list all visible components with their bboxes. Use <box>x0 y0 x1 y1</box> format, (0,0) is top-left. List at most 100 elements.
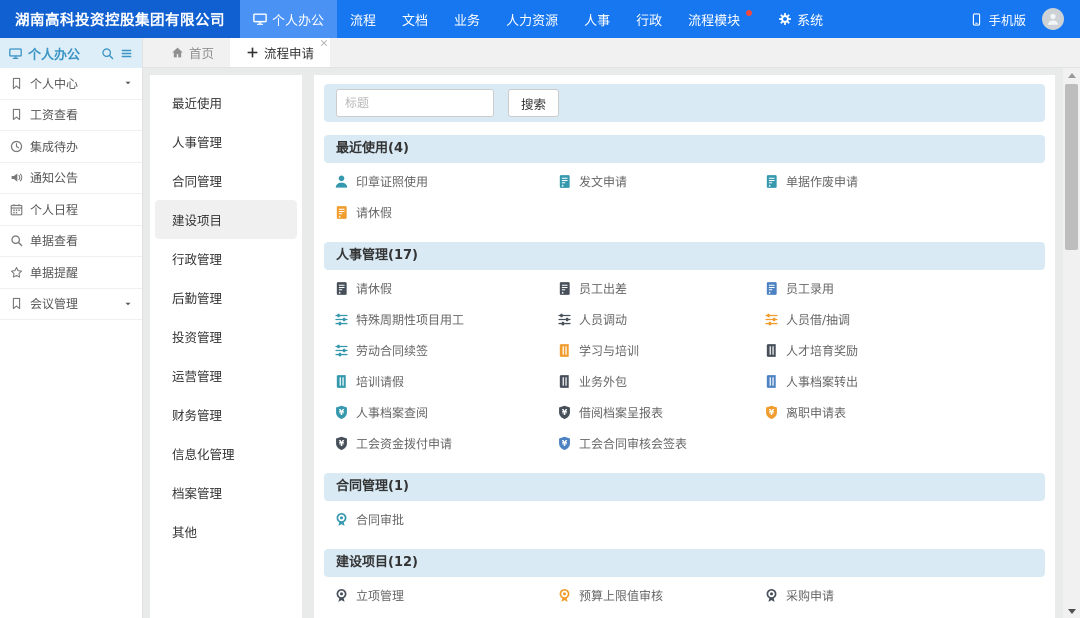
search-button[interactable]: 搜索 <box>508 89 560 117</box>
process-item[interactable]: 培训请假 <box>334 366 557 397</box>
money-icon: ¥ <box>557 405 572 420</box>
process-item[interactable]: 人事档案转出 <box>764 366 1035 397</box>
process-item[interactable]: 员工录用 <box>764 273 1035 304</box>
process-item-label: 人才培育奖励 <box>786 344 859 358</box>
sidebar-header: 个人办公 <box>0 38 142 68</box>
topnav-item[interactable]: 业务 <box>441 0 493 38</box>
sidebar-search-icon[interactable] <box>101 47 114 60</box>
title-search-input[interactable] <box>336 89 494 117</box>
category-item[interactable]: 运营管理 <box>155 356 297 395</box>
sidebar-item-label: 个人日程 <box>30 202 79 217</box>
scroll-down-arrow[interactable] <box>1063 604 1080 618</box>
process-item[interactable]: 立项管理 <box>334 580 557 611</box>
process-item[interactable]: 人才培育奖励 <box>764 335 1035 366</box>
category-item[interactable]: 人事管理 <box>155 122 297 161</box>
close-icon[interactable] <box>320 39 328 47</box>
category-item[interactable]: 财务管理 <box>155 395 297 434</box>
category-item[interactable]: 后勤管理 <box>155 278 297 317</box>
process-item-label: 离职申请表 <box>786 406 847 420</box>
scrollbar-thumb[interactable] <box>1065 84 1078 250</box>
topnav-item[interactable]: 人力资源 <box>493 0 571 38</box>
sidebar-item[interactable]: 个人日程 <box>0 194 142 226</box>
process-item-label: 人员调动 <box>579 313 628 327</box>
doc-icon <box>334 205 349 220</box>
category-item[interactable]: 合同管理 <box>155 161 297 200</box>
topnav-item[interactable]: 流程 <box>337 0 389 38</box>
process-item[interactable]: 印章证照使用 <box>334 166 557 197</box>
process-item[interactable]: 人员借/抽调 <box>764 304 1035 335</box>
topnav-item[interactable]: 行政 <box>623 0 675 38</box>
category-item[interactable]: 档案管理 <box>155 473 297 512</box>
sidebar-item-label: 会议管理 <box>30 297 79 312</box>
sidebar-item[interactable]: 单据提醒 <box>0 257 142 289</box>
sidebar-item[interactable]: 集成待办 <box>0 131 142 163</box>
process-item[interactable]: 学习与培训 <box>557 335 764 366</box>
sidebar-item[interactable]: 个人中心 <box>0 68 142 100</box>
scroll-up-arrow[interactable] <box>1063 68 1080 82</box>
category-item[interactable]: 建设项目 <box>155 200 297 239</box>
process-item[interactable]: 单据作废申请 <box>764 166 1035 197</box>
process-item[interactable]: ¥ 工会合同审核会签表 <box>557 428 764 459</box>
notification-dot <box>746 10 753 16</box>
star-icon <box>10 266 23 279</box>
mobile-version-button[interactable]: 手机版 <box>970 10 1026 29</box>
sidebar-item-label: 集成待办 <box>30 139 79 154</box>
badge-icon <box>557 588 572 603</box>
process-item[interactable]: 劳动合同续签 <box>334 335 557 366</box>
sidebar-item[interactable]: 单据查看 <box>0 226 142 257</box>
process-item[interactable]: ¥ 借阅档案呈报表 <box>557 397 764 428</box>
section-item-grid: 印章证照使用 发文申请 单据作废申请请休假 <box>324 163 1045 229</box>
process-item[interactable]: 员工出差 <box>557 273 764 304</box>
topnav-item-label: 流程 <box>350 13 377 29</box>
sidebar: 个人办公 个人中心工资查看集成待办通知公告个人日程单据查看单据提醒会议管理 <box>0 38 143 618</box>
sidebar-item-label: 单据提醒 <box>30 265 79 280</box>
process-item-label: 员工录用 <box>786 282 835 296</box>
avatar[interactable] <box>1042 8 1064 30</box>
category-item[interactable]: 信息化管理 <box>155 434 297 473</box>
process-item[interactable]: 预算上限值审核 <box>557 580 764 611</box>
sidebar-item-label: 工资查看 <box>30 108 79 123</box>
book-icon <box>557 374 572 389</box>
home-icon <box>171 46 184 59</box>
process-panel: 搜索 最近使用(4)印章证照使用发文申请单据作废申请请休假人事管理(17)请休假… <box>314 75 1055 618</box>
sidebar-item[interactable]: 工资查看 <box>0 100 142 131</box>
tab-home[interactable]: 首页 <box>155 38 230 67</box>
topnav-item-label: 系统 <box>797 13 824 29</box>
process-item[interactable]: 采购申请 <box>764 580 1035 611</box>
category-item[interactable]: 行政管理 <box>155 239 297 278</box>
sidebar-item-label: 个人中心 <box>30 76 79 91</box>
topnav-item[interactable]: 个人办公 <box>240 0 338 38</box>
sidebar-item[interactable]: 会议管理 <box>0 289 142 320</box>
process-item[interactable]: 发文申请 <box>557 166 764 197</box>
sliders-icon <box>764 312 779 327</box>
topnav-item[interactable]: 流程模块 <box>675 0 765 38</box>
topnav-item[interactable]: 人事 <box>571 0 623 38</box>
category-item[interactable]: 最近使用 <box>155 83 297 122</box>
process-item-label: 学习与培训 <box>579 344 640 358</box>
process-item[interactable]: 业务外包 <box>557 366 764 397</box>
process-item[interactable]: 请休假 <box>334 273 557 304</box>
plus-icon <box>246 46 259 59</box>
topnav-item[interactable]: 系统 <box>765 0 836 38</box>
process-item[interactable]: 特殊周期性项目用工 <box>334 304 557 335</box>
search-icon <box>10 234 23 247</box>
topbar-right: 手机版 <box>970 0 1080 38</box>
tab-active[interactable]: 流程申请 <box>230 38 331 67</box>
topbar: 湖南高科投资控股集团有限公司 个人办公 流程 文档 业务 人力资源 人事 行政 流程模块 系统 … <box>0 0 1080 38</box>
category-item[interactable]: 其他 <box>155 512 297 551</box>
topnav-item[interactable]: 文档 <box>389 0 441 38</box>
category-item[interactable]: 投资管理 <box>155 317 297 356</box>
sidebar-menu-icon[interactable] <box>120 47 133 60</box>
process-item[interactable]: 人员调动 <box>557 304 764 335</box>
sidebar-item[interactable]: 通知公告 <box>0 163 142 194</box>
process-item-label: 业务外包 <box>579 375 628 389</box>
scrollbar <box>1063 68 1080 618</box>
process-item[interactable]: 请休假 <box>334 197 557 228</box>
process-item[interactable]: ¥ 人事档案查阅 <box>334 397 557 428</box>
doc-icon <box>557 174 572 189</box>
process-item[interactable]: 合同审批 <box>334 504 557 535</box>
process-item-label: 培训请假 <box>356 375 405 389</box>
process-item[interactable]: ¥ 工会资金拨付申请 <box>334 428 557 459</box>
body-row: 个人办公 个人中心工资查看集成待办通知公告个人日程单据查看单据提醒会议管理 首页… <box>0 38 1080 618</box>
process-item[interactable]: ¥ 离职申请表 <box>764 397 1035 428</box>
